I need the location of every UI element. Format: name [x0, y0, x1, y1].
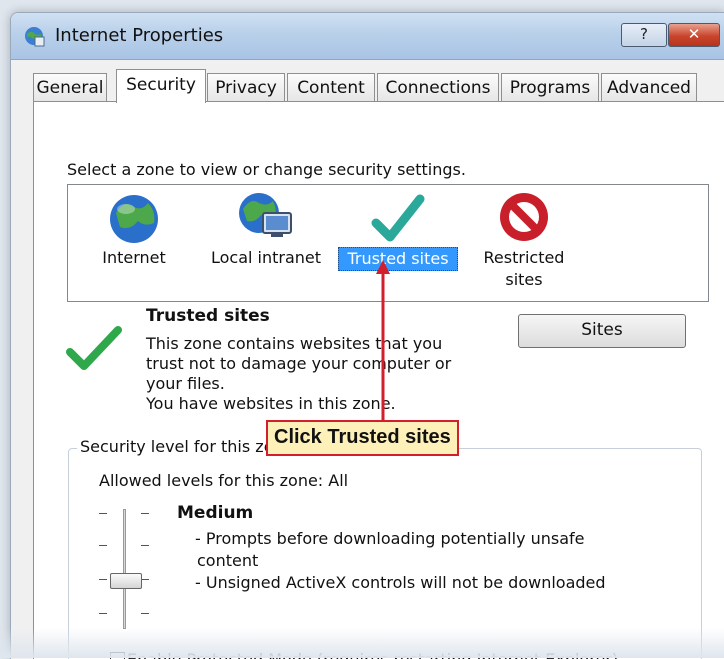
slider-thumb[interactable] [110, 573, 142, 589]
sites-button[interactable]: Sites [518, 314, 686, 348]
zone-label-internet: Internet [102, 248, 166, 267]
zone-label-local-intranet: Local intranet [210, 248, 322, 267]
zone-label-restricted-line1: Restricted [483, 248, 565, 267]
tab-connections[interactable]: Connections [377, 73, 499, 101]
internet-properties-window: Internet Properties ? ✕ General Security… [10, 12, 724, 659]
slider-tick [141, 545, 149, 546]
prohibited-icon [500, 193, 548, 241]
zone-list: Internet Local intranet Trusted sites Re… [67, 184, 709, 302]
instruction-callout: Click Trusted sites [266, 420, 459, 456]
close-button[interactable]: ✕ [668, 23, 720, 47]
level-bullet-continuation: content [197, 551, 259, 570]
security-tab-panel: Select a zone to view or change security… [33, 101, 724, 659]
zone-restricted-sites[interactable]: Restricted sites [478, 185, 570, 291]
slider-tick [141, 613, 149, 614]
security-level-group: Security level for this zone Allowed lev… [68, 437, 702, 659]
internet-options-icon [25, 27, 45, 47]
zone-prompt: Select a zone to view or change security… [67, 160, 466, 179]
zone-description-line: your files. [146, 374, 225, 393]
slider-tick [99, 545, 107, 546]
zone-detail-title: Trusted sites [146, 306, 270, 326]
globe-monitor-icon [239, 193, 292, 237]
zone-local-intranet[interactable]: Local intranet [204, 185, 328, 269]
slider-tick [141, 513, 149, 514]
zone-internet[interactable]: Internet [94, 185, 174, 269]
zone-description-line: This zone contains websites that you [146, 334, 443, 353]
slider-track [123, 509, 126, 629]
tab-privacy[interactable]: Privacy [207, 73, 285, 101]
allowed-levels-label: Allowed levels for this zone: All [99, 471, 349, 490]
tab-programs[interactable]: Programs [501, 73, 599, 101]
zone-trusted-sites[interactable]: Trusted sites [338, 185, 458, 271]
zone-label-trusted-sites: Trusted sites [338, 247, 458, 271]
tab-content[interactable]: Content [287, 73, 375, 101]
tab-security[interactable]: Security [116, 69, 206, 103]
slider-tick [141, 579, 149, 580]
slider-tick [99, 613, 107, 614]
level-bullet: - Unsigned ActiveX controls will not be … [195, 573, 606, 592]
zone-description-line: trust not to damage your computer or [146, 354, 452, 373]
trusted-sites-check-icon [66, 326, 122, 370]
zone-description: This zone contains websites that you tru… [146, 334, 476, 414]
zone-description-line: You have websites in this zone. [146, 394, 396, 413]
tab-advanced[interactable]: Advanced [601, 73, 697, 101]
slider-tick [99, 513, 107, 514]
globe-icon [110, 195, 158, 243]
security-level-legend: Security level for this zone [77, 437, 297, 456]
checkmark-icon [371, 194, 425, 242]
security-level-name: Medium [177, 503, 254, 523]
slider-tick [99, 579, 107, 580]
help-button[interactable]: ? [621, 23, 667, 47]
zone-label-restricted-line2: sites [505, 270, 543, 289]
tab-general[interactable]: General [33, 73, 107, 101]
security-level-slider[interactable] [97, 509, 157, 629]
level-bullet: - Prompts before downloading potentially… [195, 529, 585, 548]
title-bar[interactable]: Internet Properties ? ✕ [11, 13, 724, 60]
window-title: Internet Properties [55, 25, 224, 46]
